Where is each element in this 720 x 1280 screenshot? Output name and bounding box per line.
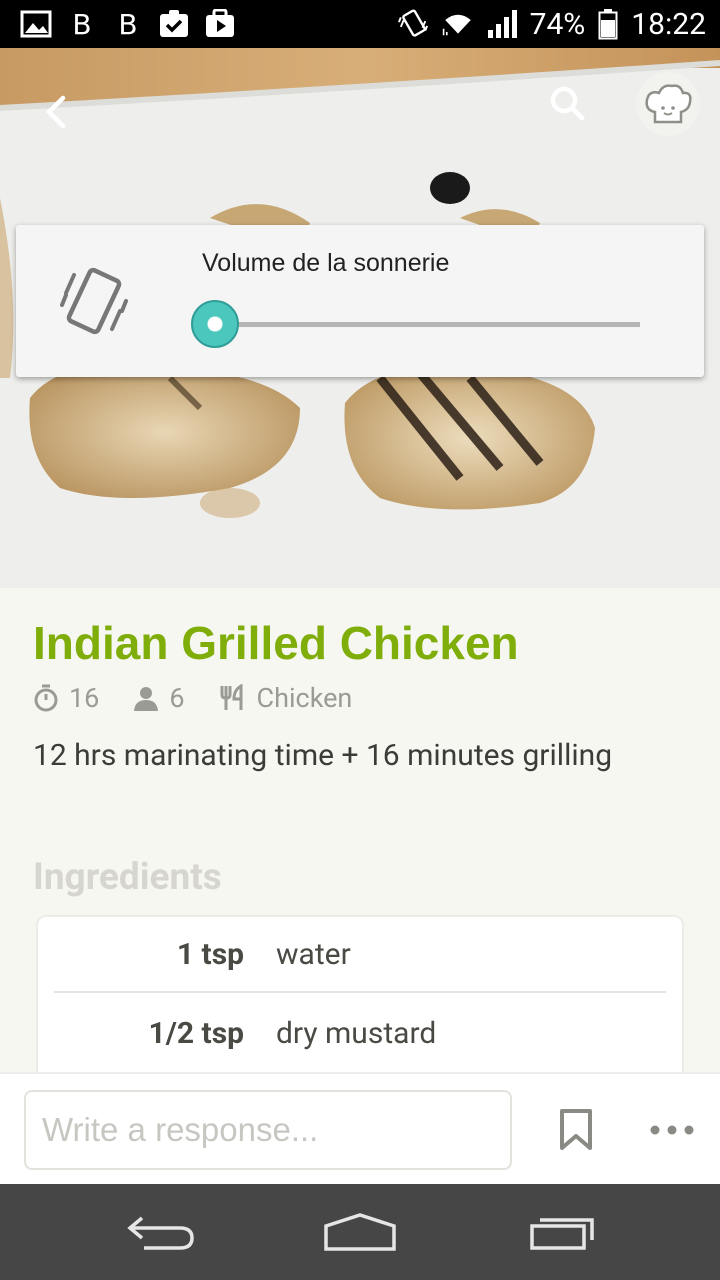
ingredient-quantity: 1/2 tsp <box>148 1015 244 1051</box>
nav-recents-button[interactable] <box>520 1210 600 1254</box>
nav-home-icon <box>324 1213 396 1251</box>
ingredient-row: 1 tsp water <box>54 917 666 993</box>
utensils-icon <box>219 684 247 712</box>
image-icon <box>20 8 52 40</box>
recipe-title: Indian Grilled Chicken <box>33 617 519 669</box>
chevron-left-icon <box>45 95 66 129</box>
search-button[interactable] <box>540 76 596 132</box>
response-input[interactable]: Write a response... <box>24 1090 512 1170</box>
battery-percent: 74% <box>529 6 586 42</box>
battery-icon <box>597 8 619 40</box>
servings: 6 <box>169 682 185 714</box>
more-options-button[interactable] <box>646 1106 698 1154</box>
clock: 18:22 <box>631 6 706 42</box>
profile-button[interactable] <box>636 72 700 136</box>
nav-home-button[interactable] <box>320 1210 400 1254</box>
volume-slider[interactable] <box>191 300 640 348</box>
search-icon <box>550 86 585 121</box>
nav-back-icon <box>127 1216 194 1250</box>
more-icon <box>650 1125 694 1135</box>
b-icon: B <box>72 7 92 41</box>
nav-recents-icon <box>530 1218 594 1250</box>
wifi-icon <box>442 8 474 40</box>
recipe-description: 12 hrs marinating time + 16 minutes gril… <box>33 738 613 773</box>
navigation-bar <box>0 1184 720 1280</box>
volume-dialog: Volume de la sonnerie <box>16 225 704 377</box>
response-bar: Write a response... <box>0 1072 720 1184</box>
ingredient-quantity: 1 tsp <box>176 936 244 972</box>
volume-slider-thumb[interactable] <box>191 300 240 348</box>
category[interactable]: Chicken <box>257 682 353 714</box>
play-store-icon <box>204 8 236 40</box>
volume-title: Volume de la sonnerie <box>202 249 450 277</box>
status-bar: B B 74% 18:22 <box>0 0 720 48</box>
ingredients-list: 1 tsp water 1/2 tsp dry mustard <box>36 915 684 1072</box>
recipe-content: Indian Grilled Chicken 16 6 Chicken 12 h… <box>0 588 720 1072</box>
ingredient-name: water <box>276 936 351 972</box>
recipe-meta: 16 6 Chicken <box>33 682 352 714</box>
person-icon <box>133 685 159 711</box>
bookmark-icon <box>560 1109 592 1150</box>
back-button[interactable] <box>28 84 84 140</box>
cook-time: 16 <box>69 682 100 714</box>
nav-back-button[interactable] <box>120 1210 200 1254</box>
signal-icon <box>486 8 518 40</box>
timer-icon <box>33 684 59 712</box>
ingredients-heading: Ingredients <box>33 856 222 899</box>
chef-hat-icon <box>645 84 692 124</box>
ingredient-name: dry mustard <box>276 1015 437 1051</box>
ingredient-row: 1/2 tsp dry mustard <box>54 995 666 1071</box>
bookmark-button[interactable] <box>552 1104 600 1156</box>
clipboard-check-icon <box>158 8 190 40</box>
b-icon: B <box>118 7 138 41</box>
vibrate-phone-icon[interactable] <box>60 263 130 343</box>
vibrate-icon <box>397 8 430 40</box>
